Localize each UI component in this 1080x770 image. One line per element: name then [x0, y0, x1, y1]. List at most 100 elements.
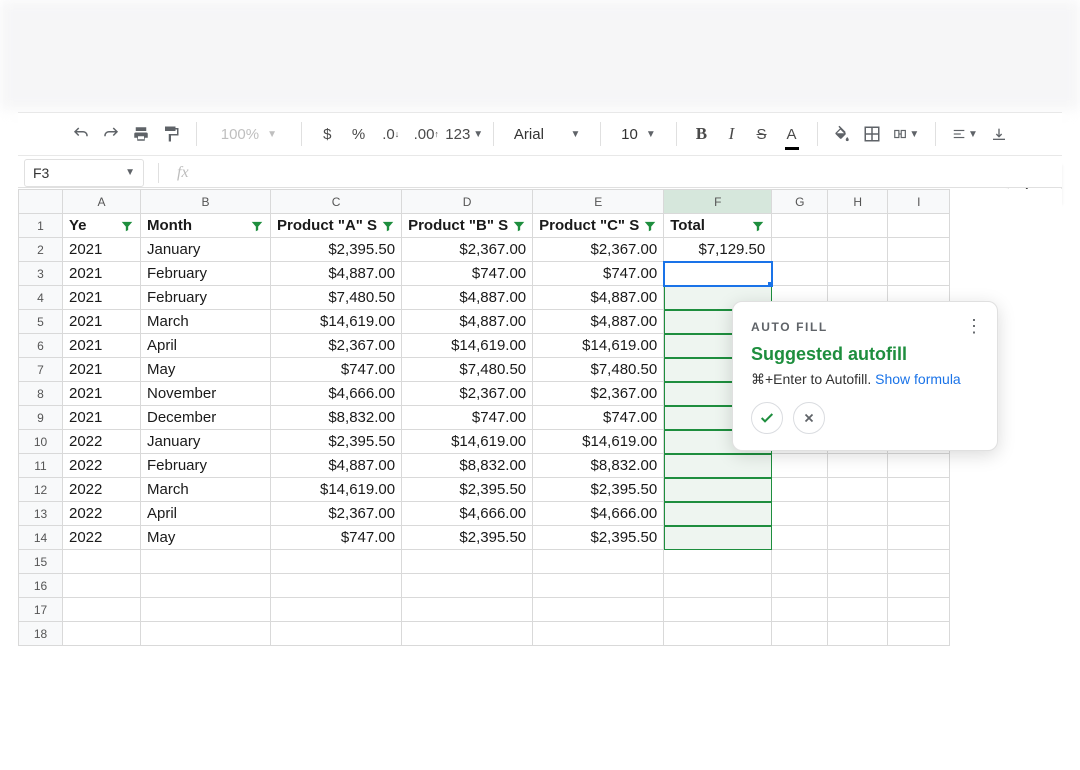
- cell[interactable]: $4,887.00: [402, 310, 533, 334]
- cell[interactable]: $8,832.00: [402, 454, 533, 478]
- cell[interactable]: February: [141, 286, 271, 310]
- cell[interactable]: 2022: [63, 454, 141, 478]
- formula-input[interactable]: [189, 159, 1062, 187]
- row-header-2[interactable]: 2: [19, 238, 63, 262]
- cell[interactable]: [888, 550, 950, 574]
- cell[interactable]: [402, 598, 533, 622]
- cell[interactable]: [772, 214, 828, 238]
- column-header-A[interactable]: A: [63, 190, 141, 214]
- column-header-D[interactable]: D: [402, 190, 533, 214]
- cell[interactable]: $7,480.50: [271, 286, 402, 310]
- row-header-14[interactable]: 14: [19, 526, 63, 550]
- show-formula-link[interactable]: Show formula: [875, 371, 961, 387]
- cell[interactable]: [271, 550, 402, 574]
- row-header-15[interactable]: 15: [19, 550, 63, 574]
- cell[interactable]: $2,395.50: [271, 238, 402, 262]
- cell[interactable]: $4,887.00: [402, 286, 533, 310]
- cell[interactable]: March: [141, 310, 271, 334]
- increase-decimal-button[interactable]: .00↑: [413, 121, 439, 147]
- cell[interactable]: 2021: [63, 406, 141, 430]
- cell[interactable]: $747.00: [533, 406, 664, 430]
- cell[interactable]: [888, 526, 950, 550]
- cell[interactable]: $4,887.00: [271, 454, 402, 478]
- merge-cells-dropdown[interactable]: ▼: [893, 121, 919, 147]
- cell[interactable]: [888, 598, 950, 622]
- undo-button[interactable]: [72, 121, 90, 147]
- cell[interactable]: $2,395.50: [402, 526, 533, 550]
- header-cell[interactable]: Product "B" S: [402, 214, 533, 238]
- cell[interactable]: $4,887.00: [533, 310, 664, 334]
- cell[interactable]: [828, 598, 888, 622]
- row-header-9[interactable]: 9: [19, 406, 63, 430]
- column-header-E[interactable]: E: [533, 190, 664, 214]
- cell[interactable]: 2022: [63, 526, 141, 550]
- cell[interactable]: [772, 502, 828, 526]
- cell[interactable]: December: [141, 406, 271, 430]
- cell[interactable]: $2,395.50: [402, 478, 533, 502]
- cell[interactable]: [664, 478, 772, 502]
- paint-format-button[interactable]: [162, 121, 180, 147]
- row-header-10[interactable]: 10: [19, 430, 63, 454]
- valign-button[interactable]: [990, 121, 1008, 147]
- cell[interactable]: $2,367.00: [533, 382, 664, 406]
- row-header-17[interactable]: 17: [19, 598, 63, 622]
- header-cell[interactable]: Month: [141, 214, 271, 238]
- cell[interactable]: [772, 478, 828, 502]
- row-header-12[interactable]: 12: [19, 478, 63, 502]
- cell[interactable]: April: [141, 334, 271, 358]
- percent-button[interactable]: %: [349, 121, 368, 147]
- cell[interactable]: [402, 550, 533, 574]
- cell[interactable]: February: [141, 262, 271, 286]
- cell[interactable]: $2,367.00: [271, 502, 402, 526]
- cell[interactable]: 2021: [63, 382, 141, 406]
- row-header-1[interactable]: 1: [19, 214, 63, 238]
- select-all-corner[interactable]: [19, 190, 63, 214]
- cell[interactable]: [828, 550, 888, 574]
- cell[interactable]: [888, 574, 950, 598]
- cell[interactable]: [828, 478, 888, 502]
- accept-autofill-button[interactable]: [751, 402, 783, 434]
- row-header-16[interactable]: 16: [19, 574, 63, 598]
- cell[interactable]: [888, 454, 950, 478]
- filter-icon[interactable]: [643, 219, 657, 233]
- cell[interactable]: [402, 574, 533, 598]
- cell[interactable]: $747.00: [402, 262, 533, 286]
- cell[interactable]: [141, 598, 271, 622]
- cell[interactable]: [664, 502, 772, 526]
- bold-button[interactable]: B: [692, 121, 710, 147]
- zoom-dropdown[interactable]: 100%▼: [213, 126, 285, 143]
- cell[interactable]: 2021: [63, 238, 141, 262]
- cell[interactable]: [533, 622, 664, 646]
- strikethrough-button[interactable]: S: [753, 121, 771, 147]
- cell[interactable]: $7,480.50: [402, 358, 533, 382]
- cell[interactable]: [888, 214, 950, 238]
- cell[interactable]: [141, 574, 271, 598]
- cell[interactable]: [888, 502, 950, 526]
- filter-icon[interactable]: [250, 219, 264, 233]
- column-header-I[interactable]: I: [888, 190, 950, 214]
- cell[interactable]: May: [141, 526, 271, 550]
- cell[interactable]: [664, 550, 772, 574]
- cell[interactable]: [772, 454, 828, 478]
- decrease-decimal-button[interactable]: .0↓: [380, 121, 401, 147]
- cell[interactable]: 2021: [63, 286, 141, 310]
- cell[interactable]: [772, 238, 828, 262]
- column-header-B[interactable]: B: [141, 190, 271, 214]
- cell[interactable]: [828, 574, 888, 598]
- cell[interactable]: [533, 550, 664, 574]
- cell[interactable]: $747.00: [271, 358, 402, 382]
- cell[interactable]: 2021: [63, 334, 141, 358]
- cell[interactable]: $7,480.50: [533, 358, 664, 382]
- cell[interactable]: $4,666.00: [271, 382, 402, 406]
- cell[interactable]: $8,832.00: [533, 454, 664, 478]
- cell[interactable]: $4,887.00: [271, 262, 402, 286]
- cell[interactable]: [888, 238, 950, 262]
- row-header-6[interactable]: 6: [19, 334, 63, 358]
- cell[interactable]: $14,619.00: [271, 310, 402, 334]
- cell[interactable]: [828, 622, 888, 646]
- cell[interactable]: [271, 622, 402, 646]
- cell[interactable]: February: [141, 454, 271, 478]
- row-header-18[interactable]: 18: [19, 622, 63, 646]
- print-button[interactable]: [132, 121, 150, 147]
- cell[interactable]: [402, 622, 533, 646]
